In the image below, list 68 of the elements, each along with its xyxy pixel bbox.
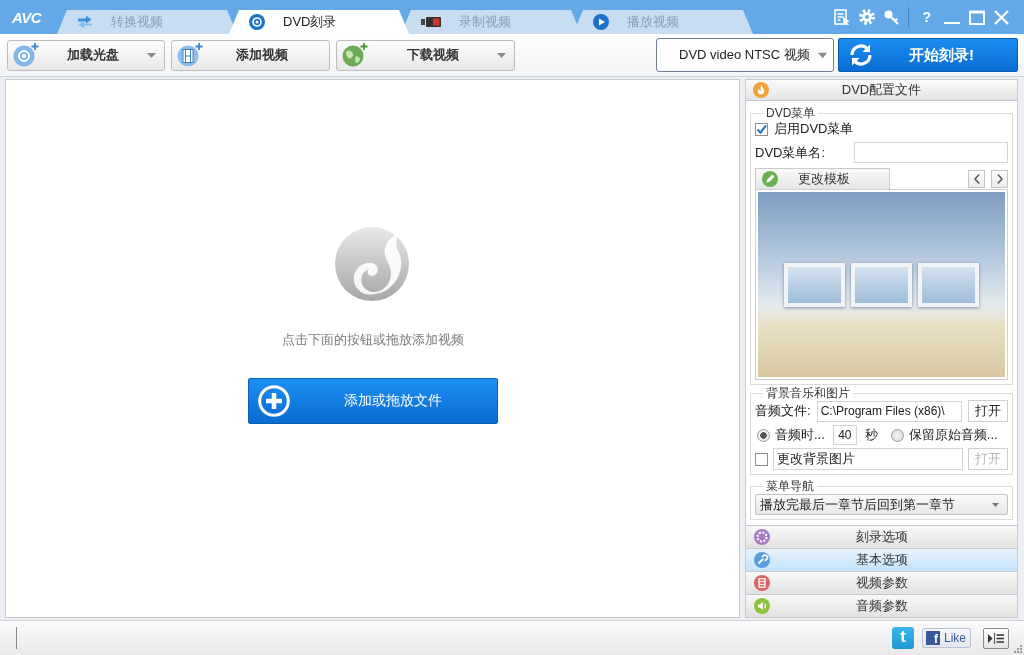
template-tab[interactable]: 更改模板 [755,168,890,189]
section-header[interactable]: 音频参数 [745,595,1018,618]
wrench-icon [754,552,770,568]
chevron-left-icon [973,173,980,184]
input-field[interactable] [854,142,1008,163]
toolbar-button[interactable]: 添加视频 [171,39,330,71]
facebook-logo: f [926,631,940,645]
play-list-icon [988,632,1004,644]
camera-icon [421,17,441,27]
thumbnail-frame [918,262,979,307]
checkbox-label: 启用DVD菜单 [774,120,854,138]
refresh-icon [848,42,874,68]
play-icon [593,14,609,30]
like-button[interactable]: f Like [922,628,971,648]
section-header[interactable]: 刻录选项 [745,526,1018,549]
plus-circle-icon [257,385,290,417]
key-icon[interactable] [884,9,900,25]
start-burn-button[interactable]: 开始刻录! [838,38,1018,72]
previous-button[interactable] [968,169,985,188]
input-field[interactable]: 更改背景图片 [773,448,963,470]
field-label: 音频文件: [755,402,811,420]
group-legend: DVD菜单 [763,106,819,120]
radio-button[interactable] [890,428,904,442]
checkbox[interactable] [755,452,768,466]
close-icon[interactable] [994,9,1009,25]
chevron-right-icon [996,173,1003,184]
section-header[interactable]: 基本选项 [745,549,1018,572]
checkbox[interactable] [755,122,768,136]
caret-icon [817,51,827,59]
group-legend: 菜单导航 [763,479,817,493]
globe-plus-icon [342,43,368,67]
thumbnail-frame [784,262,845,307]
add-files-button[interactable]: 添加或拖放文件 [247,378,498,424]
toolbar-button[interactable]: 下载视频 [336,39,515,71]
app-logo: AVC [11,8,43,26]
gear-icon [754,529,770,545]
input-field[interactable]: C:\Program Files (x86)\ [816,400,962,422]
flame-icon [753,82,769,98]
caret-icon [992,502,999,507]
disc-plus-icon [13,43,39,67]
unit-label: 秒 [864,426,878,444]
group-legend: 背景音乐和图片 [763,386,853,400]
tab[interactable]: DVD刻录 [229,10,409,34]
panel-header: DVD配置文件 [745,79,1018,101]
settings-icon[interactable] [859,9,876,25]
next-button[interactable] [991,169,1008,188]
thumbnail-frame [851,262,912,307]
field-label: DVD菜单名: [755,143,826,162]
resize-grip-icon[interactable] [1013,644,1022,653]
document-list-icon[interactable] [834,9,851,25]
disc-icon [249,14,265,30]
film-plus-icon [177,43,203,67]
film-icon [754,575,770,591]
radio-label: 保留原始音频... [908,426,998,444]
open-button[interactable]: 打开 [968,400,1008,422]
profile-dropdown[interactable]: DVD video NTSC 视频 [656,38,834,72]
navigation-dropdown[interactable]: 播放完最后一章节后回到第一章节 [755,494,1008,515]
section-header[interactable]: 视频参数 [745,572,1018,595]
speaker-icon [754,598,770,614]
hint-text: 点击下面的按钮或拖放添加视频 [281,331,464,349]
radio-label: 音频时... [775,426,825,444]
arrows-icon [77,14,93,30]
playlist-button[interactable] [983,627,1009,649]
pencil-icon [762,171,778,187]
toolbar-button[interactable]: 加载光盘 [7,39,165,71]
duration-field[interactable]: 40 [832,425,857,445]
maximize-icon[interactable] [969,9,985,25]
radio-button[interactable] [757,428,770,442]
